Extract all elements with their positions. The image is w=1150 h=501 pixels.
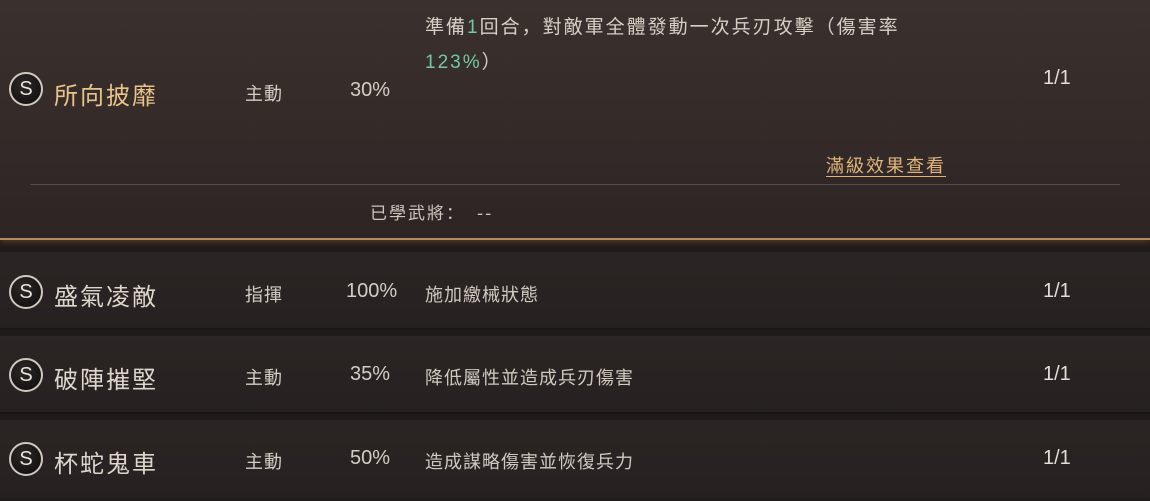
desc-rounds-number: 1 xyxy=(467,17,480,38)
skill-name: 破陣摧堅 xyxy=(54,366,158,394)
skill-level: 1/1 xyxy=(1043,447,1071,469)
max-level-effect-link[interactable]: 滿級效果查看 xyxy=(826,152,946,178)
skill-trigger-rate: 100% xyxy=(346,280,398,302)
desc-damage-rate: 123% xyxy=(425,52,482,73)
learned-generals-value: -- xyxy=(477,204,494,224)
s-grade-badge: S xyxy=(9,275,43,309)
skill-level: 1/1 xyxy=(1043,363,1071,385)
desc-middle: 回合，對敵軍全體發動一次兵刃攻擊（傷害率 xyxy=(479,16,900,38)
desc-suffix: ） xyxy=(481,51,503,73)
desc-prefix: 準備 xyxy=(425,16,468,38)
skill-type: 主動 xyxy=(245,368,283,389)
skill-row[interactable]: S 破陣摧堅 主動 35% 降低屬性並造成兵刃傷害 1/1 xyxy=(0,336,1150,414)
skill-trigger-rate: 30% xyxy=(350,79,391,101)
skill-name: 盛氣凌敵 xyxy=(54,283,158,311)
skill-trigger-rate: 35% xyxy=(350,363,391,385)
skill-row[interactable]: S 盛氣凌敵 指揮 100% 施加繳械狀態 1/1 xyxy=(0,252,1150,330)
divider xyxy=(30,184,1120,185)
s-grade-badge: S xyxy=(9,358,43,392)
s-grade-badge: S xyxy=(9,442,43,476)
skill-name: 杯蛇鬼車 xyxy=(54,450,158,478)
learned-generals-label: 已學武將： xyxy=(370,204,465,224)
skill-description: 施加繳械狀態 xyxy=(425,285,539,306)
skill-type: 主動 xyxy=(245,452,283,473)
skill-description: 造成謀略傷害並恢復兵力 xyxy=(425,452,634,473)
skill-full-description: 準備1回合，對敵軍全體發動一次兵刃攻擊（傷害率 123%） xyxy=(425,10,965,80)
row-divider xyxy=(0,412,1150,414)
skill-name: 所向披靡 xyxy=(54,82,158,110)
skill-row[interactable]: S 杯蛇鬼車 主動 50% 造成謀略傷害並恢復兵力 1/1 xyxy=(0,420,1150,498)
skill-level: 1/1 xyxy=(1043,67,1071,89)
row-divider xyxy=(0,328,1150,330)
skill-type: 指揮 xyxy=(245,285,283,306)
skill-type: 主動 xyxy=(245,84,283,105)
learned-generals: 已學武將： -- xyxy=(370,199,493,224)
skill-level: 1/1 xyxy=(1043,280,1071,302)
s-grade-badge: S xyxy=(9,72,43,106)
skill-trigger-rate: 50% xyxy=(350,447,391,469)
skill-row-expanded[interactable]: S 所向披靡 主動 30% 準備1回合，對敵軍全體發動一次兵刃攻擊（傷害率 123… xyxy=(0,0,1150,240)
skill-description: 降低屬性並造成兵刃傷害 xyxy=(425,368,634,389)
